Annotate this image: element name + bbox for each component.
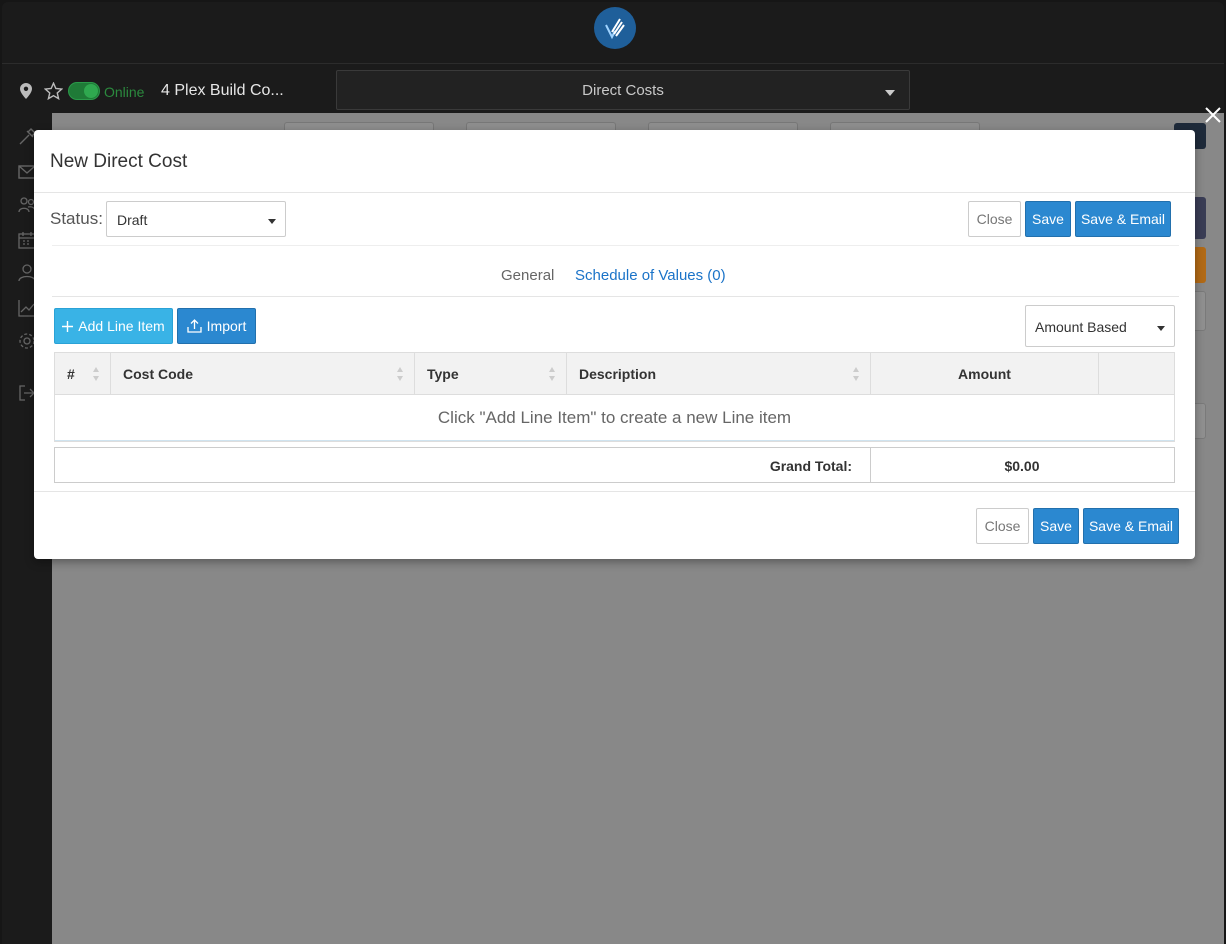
tab-schedule-of-values[interactable]: Schedule of Values (0): [575, 267, 726, 284]
grand-total-label: Grand Total:: [769, 458, 852, 474]
divider: [34, 192, 1195, 193]
add-line-item-button[interactable]: Add Line Item: [54, 308, 173, 344]
column-header-cost-code[interactable]: Cost Code: [111, 353, 415, 394]
online-toggle[interactable]: [68, 82, 100, 100]
divider: [52, 296, 1179, 297]
amount-mode-select[interactable]: Amount Based: [1025, 305, 1175, 347]
grand-total-row: Grand Total: $0.00: [54, 447, 1175, 483]
close-icon[interactable]: [1202, 104, 1224, 126]
import-label: Import: [206, 318, 247, 334]
plus-icon: [62, 320, 74, 332]
module-select[interactable]: Direct Costs: [336, 70, 910, 110]
online-status-label: Online: [104, 84, 145, 100]
divider: [52, 245, 1179, 246]
sort-icon: [93, 367, 99, 381]
footer-save-button[interactable]: Save: [1033, 508, 1079, 544]
modal-title: New Direct Cost: [50, 151, 188, 172]
column-header-amount: Amount: [871, 353, 1099, 394]
project-navbar: Online 4 Plex Build Co... Direct Costs: [2, 65, 1224, 113]
location-pin-icon[interactable]: [20, 83, 32, 99]
status-select-value: Draft: [117, 212, 148, 228]
status-label: Status:: [50, 209, 103, 228]
chevron-down-icon: [885, 90, 895, 96]
caret-down-icon: [1157, 326, 1165, 331]
caret-down-icon: [268, 219, 276, 224]
new-direct-cost-modal: New Direct Cost Status: Draft Close Save…: [34, 130, 1195, 559]
sort-icon: [549, 367, 555, 381]
status-select[interactable]: Draft: [106, 201, 286, 237]
sort-icon: [397, 367, 403, 381]
line-items-table: # Cost Code Type Description Amount Clic…: [54, 352, 1175, 442]
footer-close-button[interactable]: Close: [976, 508, 1029, 544]
project-name[interactable]: 4 Plex Build Co...: [161, 82, 284, 100]
app-logo[interactable]: [594, 7, 636, 49]
column-header-description[interactable]: Description: [567, 353, 871, 394]
amount-mode-value: Amount Based: [1035, 319, 1127, 335]
top-bar: [2, 2, 1224, 64]
favorite-star-icon[interactable]: [44, 82, 63, 100]
save-button[interactable]: Save: [1025, 201, 1071, 237]
close-button[interactable]: Close: [968, 201, 1021, 237]
footer-save-and-email-button[interactable]: Save & Email: [1083, 508, 1179, 544]
save-and-email-button[interactable]: Save & Email: [1075, 201, 1171, 237]
column-header-type[interactable]: Type: [415, 353, 567, 394]
tab-general[interactable]: General: [501, 267, 554, 284]
logo-icon: [605, 18, 625, 40]
upload-icon: [187, 319, 202, 333]
table-header: # Cost Code Type Description Amount: [55, 353, 1174, 395]
module-select-label: Direct Costs: [582, 82, 664, 99]
divider: [34, 491, 1195, 492]
add-line-item-label: Add Line Item: [78, 318, 165, 334]
grand-total-value: $0.00: [1004, 458, 1040, 474]
column-header-actions: [1099, 353, 1174, 394]
empty-table-message: Click "Add Line Item" to create a new Li…: [55, 395, 1174, 441]
import-button[interactable]: Import: [177, 308, 256, 344]
column-header-number[interactable]: #: [55, 353, 111, 394]
sort-icon: [853, 367, 859, 381]
